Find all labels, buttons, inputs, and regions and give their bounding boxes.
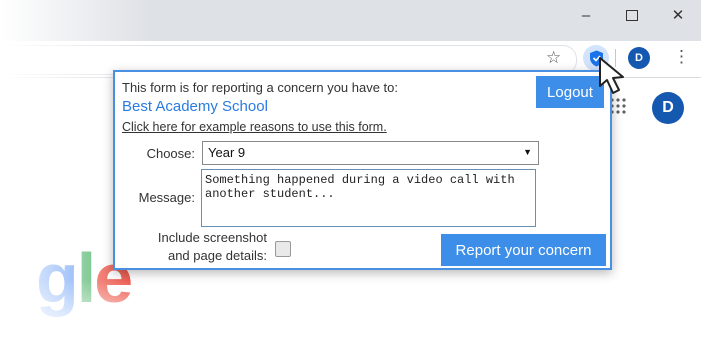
minimize-button[interactable]: – (563, 0, 609, 30)
year-select[interactable]: Year 9 ▼ (202, 141, 539, 165)
school-name: Best Academy School (122, 98, 268, 115)
message-textarea[interactable]: Something happened during a video call w… (201, 169, 536, 227)
logo-letter-l: l (76, 239, 97, 317)
report-concern-button[interactable]: Report your concern (441, 234, 606, 266)
screenshot-label-line1: Include screenshot (157, 230, 267, 245)
mouse-cursor-icon (599, 57, 624, 94)
close-button[interactable]: ✕ (655, 0, 701, 30)
maximize-button[interactable] (609, 0, 655, 30)
chevron-down-icon: ▼ (523, 147, 532, 157)
star-icon[interactable]: ☆ (546, 48, 561, 68)
close-icon: ✕ (671, 7, 685, 24)
message-label: Message: (138, 190, 195, 205)
example-reasons-link[interactable]: Click here for example reasons to use th… (122, 120, 387, 134)
logout-button[interactable]: Logout (536, 76, 604, 108)
maximize-icon (626, 9, 638, 21)
intro-text: This form is for reporting a concern you… (122, 80, 399, 95)
screenshot-label: Include screenshot and page details: (125, 229, 267, 265)
browser-menu-icon[interactable]: ⋮ (673, 47, 690, 67)
select-value: Year 9 (208, 145, 246, 160)
screenshot-label-line2: and page details: (167, 248, 267, 263)
minimize-icon: – (581, 6, 591, 24)
logo-letter-g: g (36, 239, 79, 317)
page-account-avatar[interactable]: D (652, 92, 684, 124)
include-screenshot-checkbox[interactable] (275, 241, 291, 257)
choose-label: Choose: (146, 146, 195, 161)
report-concern-popup: This form is for reporting a concern you… (113, 70, 612, 270)
